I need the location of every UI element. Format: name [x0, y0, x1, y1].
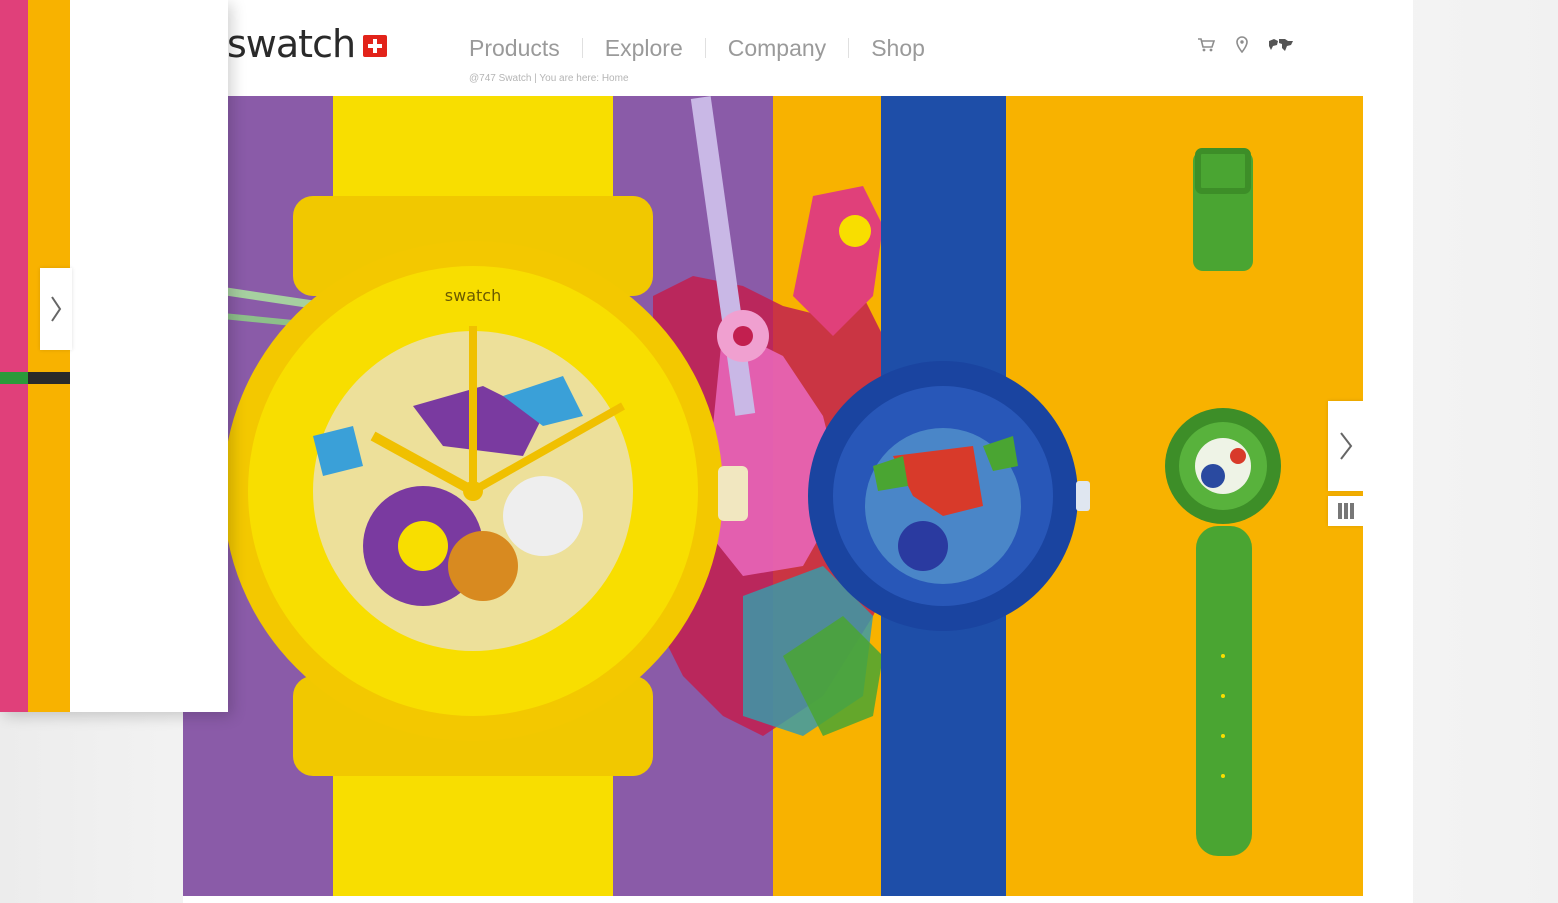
pink-band [0, 0, 28, 712]
swiss-cross-icon [363, 35, 387, 57]
grid-icon [1337, 503, 1354, 519]
chevron-right-icon [1339, 432, 1352, 460]
watch-face-label: swatch [445, 286, 501, 305]
nav-divider [704, 38, 706, 58]
swatch-logo[interactable]: swatch [227, 22, 356, 66]
nav-products[interactable]: Products [469, 35, 560, 62]
swatch-home-page: swatch Products Explore Company Shop @74… [183, 0, 1413, 903]
nav-shop[interactable]: Shop [871, 35, 925, 62]
main-nav: Products Explore Company Shop [469, 33, 925, 63]
strap-band-accent [0, 372, 28, 384]
breadcrumb: @747 Swatch | You are here: Home [469, 73, 629, 84]
nav-divider [848, 38, 850, 58]
next-slide-button[interactable] [1328, 401, 1363, 491]
panel-next-button[interactable] [40, 268, 72, 350]
grid-view-button[interactable] [1328, 496, 1363, 526]
previous-page-panel [0, 0, 228, 712]
world-map-icon[interactable] [1267, 37, 1293, 53]
site-header: swatch Products Explore Company Shop @74… [183, 0, 1413, 96]
nav-divider [581, 38, 583, 58]
hero-artwork: swatch [183, 96, 1363, 896]
nav-company[interactable]: Company [728, 35, 826, 62]
header-tools [1195, 36, 1293, 53]
nav-explore[interactable]: Explore [605, 35, 683, 62]
cart-icon[interactable] [1195, 37, 1217, 53]
chevron-right-icon [51, 296, 62, 322]
orange-band [28, 0, 70, 712]
location-pin-icon[interactable] [1231, 36, 1253, 53]
hero-banner[interactable]: swatch [183, 96, 1363, 896]
